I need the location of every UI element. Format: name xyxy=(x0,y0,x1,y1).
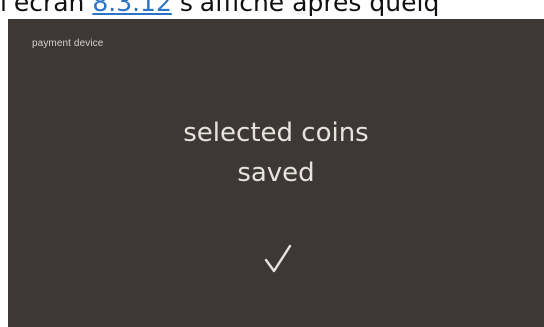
caption-suffix: s'affiche après quelq xyxy=(171,0,440,17)
caption-prefix: l'écran xyxy=(0,0,93,17)
screen-header: payment device xyxy=(32,38,104,49)
device-screen: payment device selected coins saved xyxy=(8,19,544,327)
message-line-2: saved xyxy=(237,158,315,188)
caption-link[interactable]: 8.3.12 xyxy=(92,0,172,17)
page: l'écran 8.3.12 s'affiche après quelq pay… xyxy=(0,0,544,327)
doc-caption: l'écran 8.3.12 s'affiche après quelq xyxy=(0,0,544,17)
message-line-1: selected coins xyxy=(183,118,369,148)
confirmation-message: selected coins saved xyxy=(8,113,544,193)
checkmark-icon xyxy=(264,244,292,273)
